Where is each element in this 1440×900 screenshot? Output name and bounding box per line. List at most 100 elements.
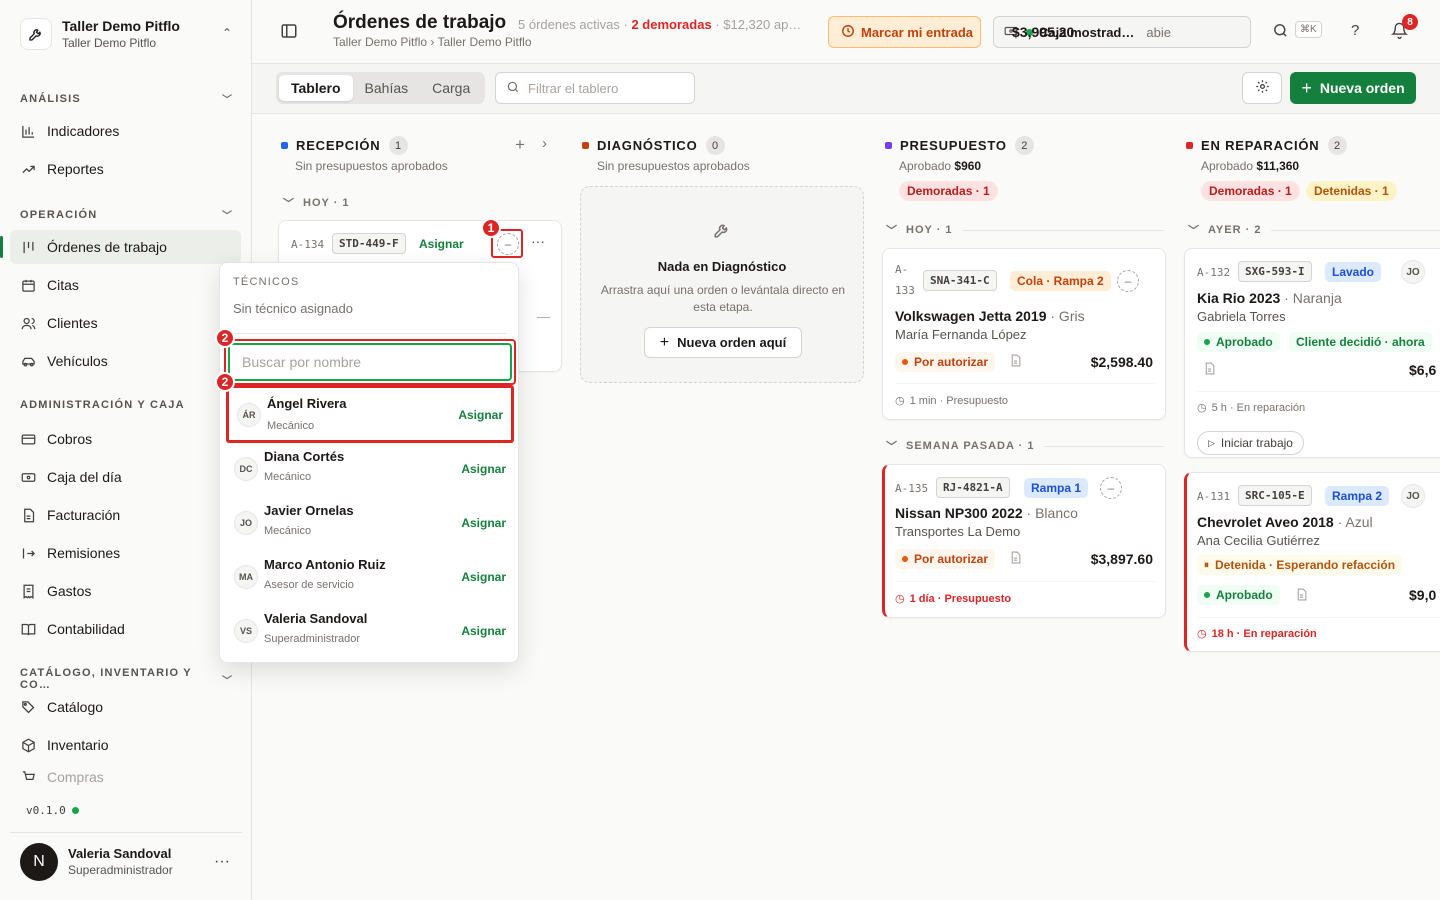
sidebar-item-vehiculos[interactable]: Vehículos — [10, 344, 241, 378]
technician-name: Valeria Sandoval — [264, 611, 368, 626]
technician-role: Mecánico — [267, 420, 315, 432]
group-header[interactable]: ﹀ SEMANA PASADA · 1 — [886, 438, 1164, 454]
play-icon: ▷ — [1208, 437, 1215, 448]
technician-avatar: DC — [234, 457, 258, 481]
technician-option[interactable]: ÁR Ángel Rivera Mecánico Asignar — [226, 385, 514, 443]
late-filter-pill[interactable]: Demoradas · 1 — [899, 181, 998, 201]
checkin-button[interactable]: Marcar mi entrada — [828, 16, 981, 48]
sidebar-item-catalogo[interactable]: Catálogo — [10, 690, 241, 724]
assign-technician-button[interactable]: – — [1117, 270, 1139, 292]
client-name: María Fernanda López — [895, 327, 1027, 342]
order-card-a131[interactable]: A-131 SRC-105-E Rampa 2 JO Chevrolet Ave… — [1184, 472, 1440, 652]
order-card-a132[interactable]: A-132 SXG-593-I Lavado JO Kia Rio 2023 ·… — [1184, 248, 1440, 458]
sidebar-item-ordenes[interactable]: Órdenes de trabajo — [0, 230, 241, 264]
approved-amount: $960 — [954, 159, 982, 173]
assign-technician-button[interactable]: – — [1100, 477, 1122, 499]
sidebar-item-label: Gastos — [47, 583, 92, 599]
sidebar-item-remisiones[interactable]: Remisiones — [10, 536, 241, 570]
sidebar-item-clientes[interactable]: Clientes — [10, 306, 241, 340]
status-label: Por autorizar — [914, 552, 989, 566]
users-icon — [20, 315, 37, 332]
column-subtitle: Aprobado $11,360 — [1201, 159, 1299, 173]
plus-icon: + — [1301, 77, 1312, 98]
order-card-a133[interactable]: A- 133 SNA-341-C Cola · Rampa 2 – Volksw… — [882, 248, 1166, 420]
more-icon[interactable]: ··· — [531, 233, 545, 249]
order-code: A- — [895, 263, 909, 276]
sidebar-item-citas[interactable]: Citas — [10, 268, 241, 302]
settings-button[interactable] — [1242, 72, 1282, 104]
technician-avatar[interactable]: JO — [1401, 484, 1425, 508]
tab-tablero[interactable]: Tablero — [279, 75, 353, 101]
technician-role: Mecánico — [264, 525, 312, 537]
sidebar-item-label: Inventario — [47, 737, 109, 753]
technician-role: Mecánico — [264, 471, 312, 483]
search-icon — [506, 80, 520, 97]
step-marker: 2 — [215, 372, 235, 392]
collapse-icon: — — [537, 309, 550, 324]
technician-search-input[interactable]: Buscar por nombre — [228, 343, 512, 381]
help-icon[interactable]: ? — [1351, 22, 1359, 39]
technician-option[interactable]: JO Javier Ornelas Mecánico Asignar — [226, 497, 514, 551]
assign-button[interactable]: Asignar — [461, 462, 506, 476]
group-header[interactable]: ﹀ HOY · 1 — [283, 195, 553, 211]
technician-avatar[interactable]: JO — [1401, 260, 1425, 284]
tab-bahias[interactable]: Bahías — [353, 75, 421, 101]
chevron-down-icon: ﹀ — [1188, 225, 1200, 237]
sidebar-item-compras[interactable]: Compras — [10, 766, 241, 788]
order-code: A-134 — [291, 238, 325, 251]
board-filter-input[interactable]: Filtrar el tablero — [495, 72, 695, 104]
add-icon[interactable]: + — [515, 135, 525, 155]
technician-option[interactable]: MA Marco Antonio Ruiz Asesor de servicio… — [226, 551, 514, 605]
sidebar-item-reportes[interactable]: Reportes — [10, 152, 241, 186]
sidebar-item-caja-del-dia[interactable]: Caja del día — [10, 460, 241, 494]
sidebar-item-contabilidad[interactable]: Contabilidad — [10, 612, 241, 646]
empty-column-dropzone[interactable]: Nada en Diagnóstico Arrastra aquí una or… — [580, 186, 864, 383]
assign-button[interactable]: Asignar — [458, 408, 503, 422]
order-card-a135[interactable]: A-135 RJ-4821-A Rampa 1 – Nissan NP300 2… — [882, 464, 1166, 618]
order-code-cont: 133 — [895, 284, 915, 297]
group-header[interactable]: ﹀ HOY · 1 — [886, 222, 1164, 238]
column-count: 0 — [705, 136, 725, 155]
sidebar-item-indicadores[interactable]: Indicadores — [10, 114, 241, 148]
car-icon — [20, 353, 37, 370]
column-title: RECEPCIÓN — [296, 138, 381, 153]
plus-icon: + — [659, 333, 670, 351]
assign-link[interactable]: Asignar — [419, 237, 464, 251]
cash-register-button[interactable]: Caja mostrad… abie $3,995.20 — [993, 16, 1251, 48]
vehicle-name: Chevrolet Aveo 2018 — [1197, 514, 1334, 530]
status-chip: Aprobado — [1197, 332, 1280, 352]
sidebar-item-cobros[interactable]: Cobros — [10, 422, 241, 456]
held-filter-pill[interactable]: Detenidas · 1 — [1306, 181, 1397, 201]
workspace-switcher[interactable]: Taller Demo Pitflo Taller Demo Pitflo ⌃ — [10, 12, 242, 56]
late-filter-pill[interactable]: Demoradas · 1 — [1201, 181, 1300, 201]
section-administracion[interactable]: ADMINISTRACIÓN Y CAJA — [20, 399, 232, 411]
section-catalogo[interactable]: CATÁLOGO, INVENTARIO Y CO… ﹀ — [20, 667, 232, 691]
chevron-right-icon[interactable]: › — [542, 135, 547, 152]
sidebar-item-inventario[interactable]: Inventario — [10, 728, 241, 762]
chevron-down-icon: ﹀ — [222, 675, 232, 687]
group-header[interactable]: ﹀ AYER · 2 — [1188, 222, 1440, 238]
assign-button[interactable]: Asignar — [461, 624, 506, 638]
search-icon[interactable] — [1272, 22, 1289, 42]
more-icon[interactable]: ··· — [214, 853, 230, 871]
technician-option[interactable]: DC Diana Cortés Mecánico Asignar — [226, 443, 514, 497]
sidebar-item-gastos[interactable]: Gastos — [10, 574, 241, 608]
technician-option[interactable]: VS Valeria Sandoval Superadministrador A… — [226, 605, 514, 659]
column-subtitle: Sin presupuestos aprobados — [597, 159, 750, 173]
user-menu[interactable]: N Valeria Sandoval Superadministrador ··… — [10, 832, 242, 890]
sidebar-item-facturacion[interactable]: Facturación — [10, 498, 241, 532]
receipt-icon — [20, 583, 37, 600]
sidebar-toggle-icon[interactable] — [280, 22, 300, 42]
section-analisis[interactable]: ANÁLISIS ﹀ — [20, 91, 232, 107]
breadcrumb: Taller Demo Pitflo › Taller Demo Pitflo — [333, 35, 532, 49]
assign-button[interactable]: Asignar — [461, 516, 506, 530]
technician-name: Diana Cortés — [264, 449, 345, 464]
group-label: SEMANA PASADA · 1 — [906, 440, 1035, 452]
assign-button[interactable]: Asignar — [461, 570, 506, 584]
technician-avatar: VS — [234, 619, 258, 643]
start-work-button[interactable]: ▷ Iniciar trabajo — [1197, 431, 1304, 455]
section-operacion[interactable]: OPERACIÓN ﹀ — [20, 207, 232, 223]
tab-carga[interactable]: Carga — [420, 75, 482, 101]
new-order-here-button[interactable]: + Nueva orden aquí — [644, 327, 802, 358]
new-order-button[interactable]: + Nueva orden — [1290, 72, 1416, 104]
